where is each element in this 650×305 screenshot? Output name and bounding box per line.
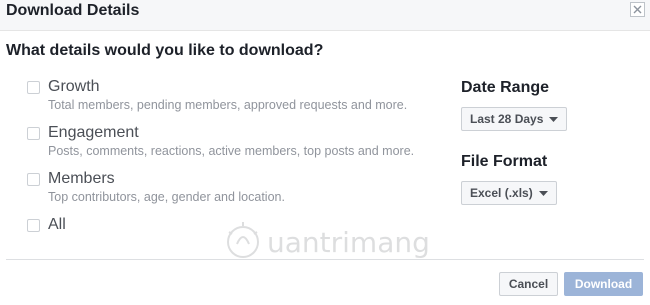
option-description: Posts, comments, reactions, active membe… [48, 144, 415, 158]
option-label: Growth [48, 78, 100, 95]
close-icon [633, 5, 642, 14]
option-description: Top contributors, age, gender and locati… [48, 190, 285, 204]
file-format-title: File Format [461, 153, 548, 170]
download-button[interactable]: Download [564, 272, 643, 296]
option-label: All [48, 216, 66, 233]
close-button[interactable] [630, 2, 645, 17]
option-label: Members [48, 170, 115, 187]
members-checkbox[interactable] [27, 173, 40, 186]
footer-divider [6, 259, 644, 260]
dialog-header: Download Details [0, 0, 650, 31]
date-range-title: Date Range [461, 79, 550, 96]
caret-down-icon [549, 116, 559, 122]
dialog-title: Download Details [6, 2, 140, 19]
date-range-select[interactable]: Last 28 Days [461, 107, 568, 131]
watermark-logo: uantrimang [227, 222, 430, 259]
option-label: Engagement [48, 124, 139, 141]
engagement-checkbox[interactable] [27, 127, 40, 140]
file-format-select[interactable]: Excel (.xls) [461, 181, 557, 205]
file-format-value: Excel (.xls) [470, 186, 533, 200]
question-heading: What details would you like to download? [6, 42, 324, 59]
date-range-value: Last 28 Days [470, 112, 544, 126]
cancel-button[interactable]: Cancel [499, 272, 558, 296]
growth-checkbox[interactable] [27, 81, 40, 94]
caret-down-icon [538, 190, 548, 196]
all-checkbox[interactable] [27, 219, 40, 232]
svg-text:uantrimang: uantrimang [267, 226, 430, 259]
option-description: Total members, pending members, approved… [48, 98, 408, 112]
